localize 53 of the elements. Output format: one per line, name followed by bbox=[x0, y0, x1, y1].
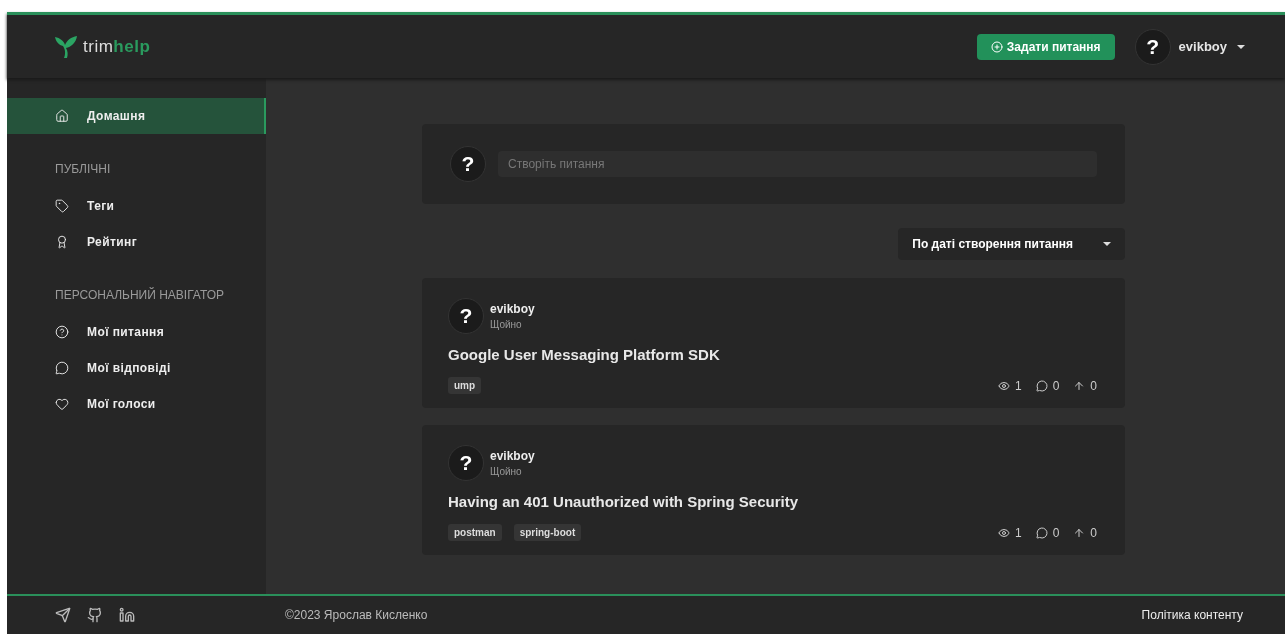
nav-item[interactable]: Мої голоси bbox=[7, 386, 266, 422]
views-count: 1 bbox=[997, 378, 1022, 393]
caret-icon bbox=[1103, 242, 1111, 246]
question-icon bbox=[55, 325, 69, 339]
ask-question-button[interactable]: Задати питання bbox=[976, 33, 1115, 60]
views-count: 1 bbox=[997, 525, 1022, 540]
nav-item[interactable]: Теги bbox=[7, 188, 266, 224]
tag-chip[interactable]: postman bbox=[448, 524, 502, 541]
nav-item[interactable]: Мої питання bbox=[7, 314, 266, 350]
sort-dropdown[interactable]: По даті створення питання bbox=[898, 228, 1125, 260]
nav-item[interactable]: Рейтинг bbox=[7, 224, 266, 260]
eye-icon bbox=[997, 379, 1010, 392]
arrow-up-icon bbox=[1073, 379, 1086, 392]
nav-item[interactable]: Домашня bbox=[7, 98, 266, 134]
user-avatar: ? bbox=[450, 146, 486, 182]
home-icon bbox=[55, 109, 69, 123]
heart-icon bbox=[55, 397, 69, 411]
section-heading: ПЕРСОНАЛЬНИЙ НАВІГАТОР bbox=[54, 286, 226, 304]
post-time: Щойно bbox=[490, 466, 523, 477]
paper-plane-icon[interactable] bbox=[55, 607, 71, 623]
speech-bubble-icon bbox=[55, 361, 69, 375]
caret-icon[interactable] bbox=[1237, 44, 1245, 49]
author-name[interactable]: evikboy bbox=[490, 302, 535, 316]
question-title[interactable]: Having an 401 Unauthorized with Spring Security bbox=[448, 493, 1097, 510]
tag-chip[interactable]: spring-boot bbox=[513, 524, 582, 541]
speech-bubble-icon bbox=[1035, 526, 1048, 539]
votes-count: 0 bbox=[1073, 378, 1097, 393]
user-avatar[interactable]: ? bbox=[1134, 28, 1171, 65]
author-avatar: ? bbox=[448, 445, 484, 481]
logo-text[interactable]: trimhelp bbox=[83, 36, 151, 57]
copyright-text: ©2023 Ярослав Кисленко bbox=[285, 608, 428, 622]
github-icon[interactable] bbox=[87, 607, 103, 623]
votes-count: 0 bbox=[1073, 525, 1097, 540]
tag-icon bbox=[55, 199, 69, 213]
section-heading: ПУБЛІЧНІ bbox=[54, 161, 112, 178]
answers-count: 0 bbox=[1035, 525, 1060, 540]
linkedin-icon[interactable] bbox=[119, 607, 135, 623]
plus-circle-icon bbox=[990, 40, 1003, 53]
medal-icon bbox=[55, 235, 69, 249]
eye-icon bbox=[997, 526, 1010, 539]
speech-bubble-icon bbox=[1035, 379, 1048, 392]
nav-item[interactable]: Мої відповіді bbox=[7, 350, 266, 386]
arrow-up-icon bbox=[1073, 526, 1086, 539]
question-title[interactable]: Google User Messaging Platform SDK bbox=[448, 346, 1097, 363]
answers-count: 0 bbox=[1035, 378, 1060, 393]
post-time: Щойно bbox=[490, 319, 523, 330]
tag-chip[interactable]: ump bbox=[448, 377, 482, 394]
author-avatar: ? bbox=[448, 298, 484, 334]
leaf-logo-icon bbox=[55, 34, 77, 59]
author-name[interactable]: evikboy bbox=[490, 449, 535, 463]
policy-link[interactable]: Політика контенту bbox=[1141, 608, 1243, 622]
user-name[interactable]: evikboy bbox=[1178, 39, 1227, 54]
question-input[interactable]: Створіть питання bbox=[498, 151, 1097, 177]
